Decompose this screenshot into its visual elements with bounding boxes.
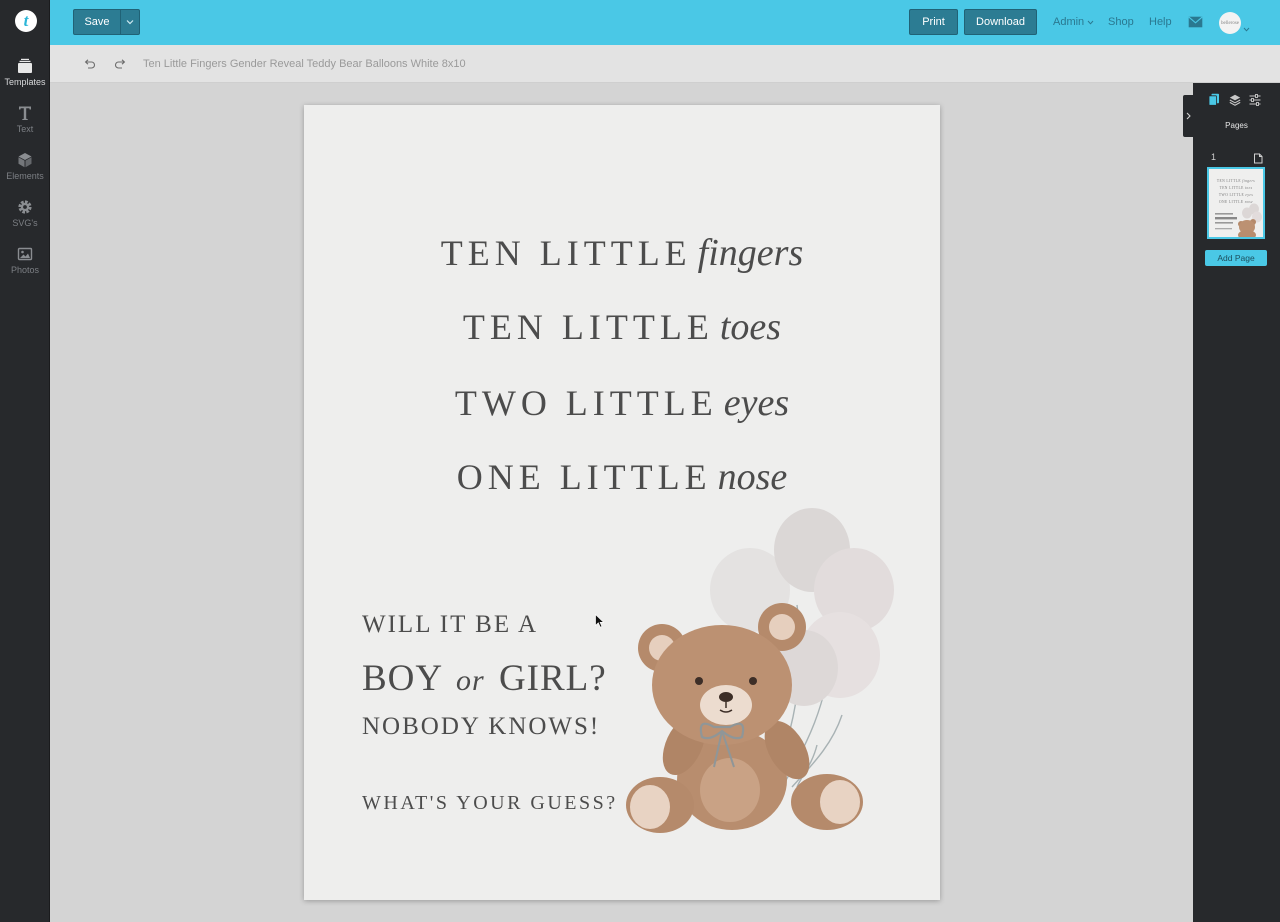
- mouse-cursor-icon: [595, 614, 604, 628]
- line-3-script: eyes: [723, 382, 790, 424]
- guess-text[interactable]: WHAT'S YOUR GUESS?: [362, 792, 618, 815]
- admin-menu[interactable]: Admin: [1053, 16, 1094, 28]
- document-title[interactable]: Ten Little Fingers Gender Reveal Teddy B…: [143, 58, 466, 70]
- pages-tab[interactable]: [1208, 93, 1220, 111]
- save-dropdown-toggle[interactable]: [121, 10, 139, 34]
- adjustments-tab[interactable]: [1249, 93, 1261, 111]
- mail-icon[interactable]: [1188, 15, 1203, 33]
- admin-label: Admin: [1053, 16, 1085, 28]
- sidebar-label-templates: Templates: [4, 77, 46, 87]
- left-sidebar: t Templates Text Elements SVG's Photos: [0, 0, 50, 922]
- sidebar-item-templates[interactable]: Templates: [0, 58, 50, 102]
- chevron-down-icon: [126, 20, 134, 25]
- design-line-2[interactable]: TEN LITTLE toes: [304, 305, 940, 349]
- top-bar: Save Print Download Admin Shop Help bell…: [50, 0, 1280, 45]
- thumb-bear-illustration: [1215, 203, 1262, 237]
- will-it-be-text[interactable]: WILL IT BE A: [362, 611, 538, 639]
- templates-icon: [18, 58, 32, 73]
- photo-icon: [17, 247, 33, 261]
- page-thumbnail[interactable]: TEN LITTLE fingers TEN LITTLE toes TWO L…: [1207, 167, 1265, 239]
- document-toolbar: Ten Little Fingers Gender Reveal Teddy B…: [50, 45, 1280, 83]
- add-page-button[interactable]: Add Page: [1205, 250, 1267, 266]
- page-number: 1: [1211, 152, 1217, 162]
- sidebar-item-photos[interactable]: Photos: [0, 246, 50, 290]
- chevron-right-icon: [1186, 112, 1191, 120]
- chevron-down-icon: [1087, 20, 1094, 25]
- logo-letter: t: [23, 11, 29, 30]
- line-1-script: fingers: [697, 232, 804, 274]
- layers-icon: [1229, 94, 1241, 106]
- line-4-script: nose: [717, 456, 788, 498]
- or-word: or: [456, 664, 485, 697]
- sidebar-label-photos: Photos: [10, 265, 40, 275]
- help-link[interactable]: Help: [1149, 16, 1172, 28]
- design-line-4[interactable]: ONE LITTLE nose: [304, 455, 940, 499]
- redo-icon[interactable]: [114, 57, 127, 75]
- line-4-caps: ONE LITTLE: [456, 457, 712, 497]
- app-logo[interactable]: t: [15, 10, 37, 32]
- design-canvas-page[interactable]: TEN LITTLE fingers TEN LITTLE toes TWO LIT…: [304, 105, 940, 900]
- nobody-knows-text[interactable]: NOBODY KNOWS!: [362, 713, 600, 741]
- pages-icon: [1208, 93, 1219, 106]
- sidebar-label-svgs: SVG's: [12, 218, 38, 228]
- pages-heading: Pages: [1225, 121, 1248, 130]
- boy-word: BOY: [362, 658, 442, 699]
- design-line-3[interactable]: TWO LITTLE eyes: [304, 381, 940, 425]
- layers-tab[interactable]: [1229, 93, 1241, 111]
- teddy-bear-balloons-illustration[interactable]: [622, 505, 912, 835]
- line-3-caps: TWO LITTLE: [454, 383, 718, 423]
- sidebar-item-text[interactable]: Text: [0, 105, 50, 149]
- download-button[interactable]: Download: [964, 9, 1037, 35]
- girl-word: GIRL?: [498, 658, 607, 699]
- undo-icon[interactable]: [83, 57, 96, 75]
- line-1-caps: TEN LITTLE: [440, 233, 692, 273]
- text-icon: [19, 106, 31, 120]
- save-button[interactable]: Save: [74, 10, 121, 34]
- avatar-text: bellerose: [1220, 20, 1240, 26]
- sliders-icon: [1249, 94, 1261, 106]
- design-line-1[interactable]: TEN LITTLE fingers: [304, 231, 940, 275]
- right-panel: Pages 1 TEN LITTLE fingers TEN LITTLE to…: [1193, 83, 1280, 922]
- shop-link[interactable]: Shop: [1108, 16, 1134, 28]
- line-2-caps: TEN LITTLE: [462, 307, 714, 347]
- line-2-script: toes: [719, 306, 782, 348]
- gear-icon: [18, 200, 32, 214]
- print-button[interactable]: Print: [909, 9, 958, 35]
- cube-icon: [18, 153, 32, 168]
- avatar[interactable]: bellerose: [1219, 12, 1241, 34]
- sidebar-label-text: Text: [16, 124, 34, 134]
- sidebar-label-elements: Elements: [6, 171, 44, 181]
- avatar-chevron-icon[interactable]: [1243, 19, 1250, 37]
- boy-or-girl-text[interactable]: BOY or GIRL?: [362, 657, 607, 700]
- sidebar-item-svgs[interactable]: SVG's: [0, 199, 50, 243]
- save-button-group: Save: [73, 9, 140, 35]
- sidebar-item-elements[interactable]: Elements: [0, 152, 50, 196]
